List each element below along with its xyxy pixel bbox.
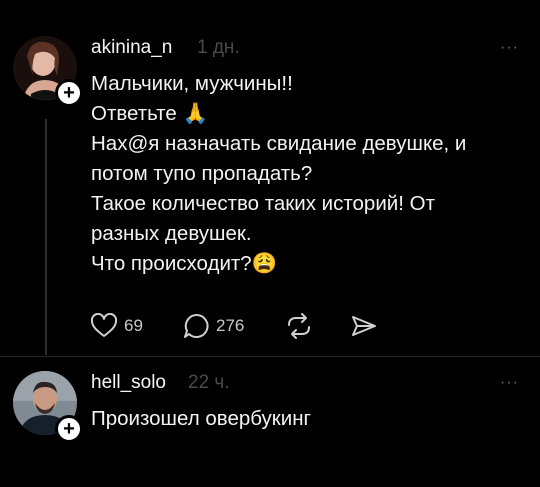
username[interactable]: akinina_n xyxy=(91,37,172,59)
post-text-line: Такое количество таких историй! От xyxy=(91,192,435,215)
post-text: Произошел овербукинг xyxy=(91,404,311,434)
follow-plus-icon[interactable]: + xyxy=(55,79,83,107)
thread-line xyxy=(45,119,47,355)
post-text-line: Мальчики, мужчины!! xyxy=(91,72,293,95)
post-hell-solo: + hell_solo 22 ч. ··· Произошел овербуки… xyxy=(0,357,540,487)
like-count: 69 xyxy=(124,316,143,335)
post-text-line: Что происходит?😩 xyxy=(91,252,278,275)
post-text-line: разных девушек. xyxy=(91,222,252,245)
post-text-line: потом тупо пропадать? xyxy=(91,162,313,185)
post-text-line: Ответьте 🙏 xyxy=(91,102,208,125)
like-button[interactable]: 69 xyxy=(90,313,143,339)
more-options-icon[interactable]: ··· xyxy=(500,374,519,392)
post-text-line: Нах@я назначать свидание девушке, и xyxy=(91,132,467,155)
follow-plus-icon[interactable]: + xyxy=(55,415,83,443)
send-icon xyxy=(350,314,378,338)
username[interactable]: hell_solo xyxy=(91,372,166,394)
heart-icon xyxy=(90,313,118,339)
more-options-icon[interactable]: ··· xyxy=(500,39,519,57)
repost-icon xyxy=(284,313,314,339)
share-button[interactable] xyxy=(350,314,378,338)
post-text: Мальчики, мужчины!! Ответьте 🙏 Нах@я наз… xyxy=(91,69,466,279)
post-time: 1 дн. xyxy=(197,37,240,58)
post-akinina: + akinina_n 1 дн. ··· Мальчики, мужчины!… xyxy=(0,0,540,360)
post-time: 22 ч. xyxy=(188,372,230,393)
comment-button[interactable]: 276 xyxy=(182,312,244,340)
repost-button[interactable] xyxy=(284,313,314,339)
post-text-line: Произошел овербукинг xyxy=(91,407,312,430)
comment-bubble-icon xyxy=(182,312,212,340)
comment-count: 276 xyxy=(216,316,245,335)
